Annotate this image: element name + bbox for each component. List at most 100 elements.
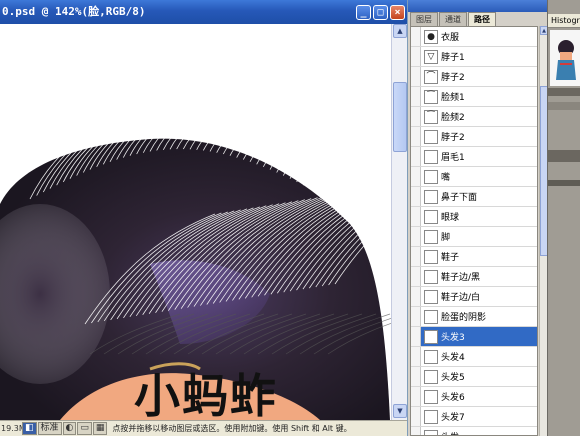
scrollbar-thumb[interactable] [393,82,407,152]
layer-row[interactable]: 嘴 [411,167,537,187]
close-button[interactable]: × [390,5,405,20]
visibility-toggle-icon[interactable] [411,147,421,166]
tab-paths[interactable]: 路径 [468,12,496,26]
visibility-toggle-icon[interactable] [411,187,421,206]
visibility-toggle-icon[interactable] [411,127,421,146]
tab-histogram[interactable]: Histogra [548,14,580,28]
layer-thumbnail-icon [424,349,438,364]
layer-row[interactable]: ▽ 脖子1 [411,47,537,67]
layer-thumbnail-icon [424,369,438,384]
panel-title-bar[interactable] [408,0,548,12]
visibility-toggle-icon[interactable] [411,27,421,46]
tab-channels[interactable]: 通道 [439,12,467,26]
mode-icon-button[interactable]: ◧ [22,422,37,435]
maximize-button[interactable]: □ [373,5,388,20]
vertical-scrollbar[interactable]: ▲ ▼ [391,24,407,420]
visibility-toggle-icon[interactable] [411,67,421,86]
scroll-up-arrow-icon[interactable]: ▲ [393,24,407,38]
layer-row[interactable]: 头发5 [411,367,537,387]
layer-thumbnail-icon: ⁀ [424,109,438,124]
layer-name: 鞋子 [441,253,460,263]
layer-name: 眉毛1 [441,153,465,163]
layer-row[interactable]: ● 衣服 [411,27,537,47]
document-title: 0.psd @ 142%(脸,RGB/8) [2,5,146,18]
layer-row[interactable]: 脸蛋的阴影 [411,307,537,327]
layers-list: ● 衣服 ▽ 脖子1 ⌒ 脖子2 ⁀ 脸频1 ⁀ 脸频2 脖子2 眉毛1 嘴鼻子下面 眼球脚鞋子 鞋子边/黑… [410,26,538,436]
layer-thumbnail-icon [424,149,438,164]
layer-thumbnail-icon [424,409,438,424]
visibility-toggle-icon[interactable] [411,287,421,306]
layer-row[interactable]: ⁀ 脸频1 [411,87,537,107]
visibility-toggle-icon[interactable] [411,247,421,266]
visibility-toggle-icon[interactable] [411,227,421,246]
layer-row[interactable]: 眉毛1 [411,147,537,167]
layer-row[interactable]: 头发7 [411,407,537,427]
minimize-button[interactable]: _ [356,5,371,20]
layer-row[interactable]: ⁀ 脸频2 [411,107,537,127]
layer-thumbnail-icon: ⁀ [424,89,438,104]
layer-thumbnail-icon [424,229,438,244]
layer-row[interactable]: 鼻子下面 [411,187,537,207]
layer-name: 头发3 [441,333,465,343]
document-window[interactable]: 0.psd @ 142%(脸,RGB/8) _ □ × 小蚂蚱 ▲ ▼ 19.3… [0,0,407,436]
tab-layers[interactable]: 图层 [410,12,438,26]
layer-name: 头发5 [441,373,465,383]
navigator-thumbnail[interactable] [550,30,580,86]
panel-tabs: 图层 通道 路径 [410,12,497,26]
visibility-toggle-icon[interactable] [411,407,421,426]
layer-row[interactable]: 鞋子 [411,247,537,267]
layer-thumbnail-icon: ▽ [424,49,438,64]
scroll-down-arrow-icon[interactable]: ▼ [393,404,407,418]
panel-divider [548,180,580,186]
standard-mode-button[interactable]: 标准 [37,422,62,435]
fullscreen-icon-button[interactable]: ▦ [92,422,108,435]
visibility-toggle-icon[interactable] [411,167,421,186]
visibility-toggle-icon[interactable] [411,427,421,435]
layer-thumbnail-icon [424,189,438,204]
watermark-text: 小蚂蚱 [134,369,278,420]
document-size: 19.3M [1,424,26,433]
layer-thumbnail-icon [424,249,438,264]
layer-row[interactable]: 眼球 [411,207,537,227]
visibility-toggle-icon[interactable] [411,47,421,66]
visibility-toggle-icon[interactable] [411,347,421,366]
panel-divider [548,88,580,96]
panel-divider [548,150,580,162]
layer-name: 脸频2 [441,113,465,123]
layer-row[interactable]: 头发6 [411,387,537,407]
visibility-toggle-icon[interactable] [411,367,421,386]
image-canvas[interactable]: 小蚂蚱 [0,24,391,420]
layer-thumbnail-icon [424,169,438,184]
hair-path-stroke [222,118,282,155]
layer-row[interactable]: 脖子2 [411,127,537,147]
layer-thumbnail-icon [424,289,438,304]
layer-row[interactable]: 头发4 [411,347,537,367]
screen-mode-icon-button[interactable]: ▭ [77,422,92,435]
status-hint: 点按并拖移以移动图层或选区。使用附加键。使用 Shift 和 Alt 键。 [112,424,352,433]
layer-thumbnail-icon: ● [424,29,438,44]
layer-row[interactable]: ⌒ 脖子2 [411,67,537,87]
visibility-toggle-icon[interactable] [411,387,421,406]
visibility-toggle-icon[interactable] [411,207,421,226]
hair-path-stroke [282,145,346,176]
layer-name: 头发6 [441,393,465,403]
layer-row[interactable]: 鞋子边/白 [411,287,537,307]
layer-row[interactable]: 头发3 [411,327,537,347]
quickmask-icon-button[interactable]: ◐ [62,422,77,435]
layer-name: 脖子2 [441,73,465,83]
hair-path-stroke [316,165,381,193]
layers-panel: 图层 通道 路径 ● 衣服 ▽ 脖子1 ⌒ 脖子2 ⁀ 脸频1 ⁀ 脸频2 脖子2 眉毛1 嘴鼻子下面眼… [407,0,548,436]
layer-row[interactable]: 鞋子边/黑 [411,267,537,287]
document-title-bar[interactable]: 0.psd @ 142%(脸,RGB/8) _ □ × [0,0,407,24]
visibility-toggle-icon[interactable] [411,327,421,346]
visibility-toggle-icon[interactable] [411,267,421,286]
layer-thumbnail-icon [424,209,438,224]
layer-row[interactable]: 头发 [411,427,537,435]
layer-name: 嘴 [441,173,451,183]
layer-row[interactable]: 脚 [411,227,537,247]
visibility-toggle-icon[interactable] [411,107,421,126]
visibility-toggle-icon[interactable] [411,87,421,106]
layer-name: 头发7 [441,413,465,423]
hair-path-stroke [302,157,367,186]
visibility-toggle-icon[interactable] [411,307,421,326]
